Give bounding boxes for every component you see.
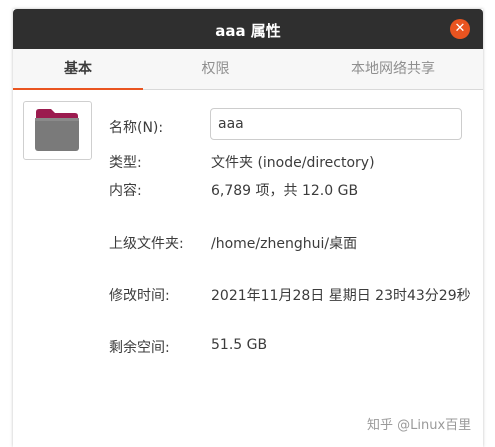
modified-label: 修改时间: xyxy=(109,288,170,304)
free-space-label: 剩余空间: xyxy=(109,340,170,356)
type-label: 类型: xyxy=(109,155,142,171)
tab-permissions[interactable]: 权限 xyxy=(163,49,268,89)
free-space-value: 51.5 GB xyxy=(211,337,268,353)
folder-icon-button[interactable] xyxy=(23,101,92,160)
parent-folder-value: /home/zhenghui/桌面 xyxy=(211,236,358,252)
type-value: 文件夹 (inode/directory) xyxy=(211,155,375,171)
parent-folder-label: 上级文件夹: xyxy=(109,236,184,252)
tab-local-network-share[interactable]: 本地网络共享 xyxy=(303,49,483,89)
folder-icon xyxy=(35,109,79,151)
name-label: 名称(N): xyxy=(109,120,164,136)
watermark: 知乎 @Linux百里 xyxy=(367,418,472,433)
tab-bar: 基本 权限 本地网络共享 xyxy=(13,49,483,90)
modified-value: 2021年11月28日 星期日 23时43分29秒 xyxy=(211,288,471,304)
contents-value: 6,789 项，共 12.0 GB xyxy=(211,183,359,199)
title-bar[interactable]: aaa 属性 ✕ xyxy=(13,9,483,49)
close-icon: ✕ xyxy=(454,21,466,36)
close-button[interactable]: ✕ xyxy=(450,19,470,39)
name-input[interactable] xyxy=(210,108,462,140)
properties-dialog: aaa 属性 ✕ 基本 权限 本地网络共享 名称(N): 类型: 文件夹 (in… xyxy=(13,9,483,447)
contents-label: 内容: xyxy=(109,183,142,199)
tab-basic[interactable]: 基本 xyxy=(13,49,143,90)
window-title: aaa 属性 xyxy=(215,22,281,40)
